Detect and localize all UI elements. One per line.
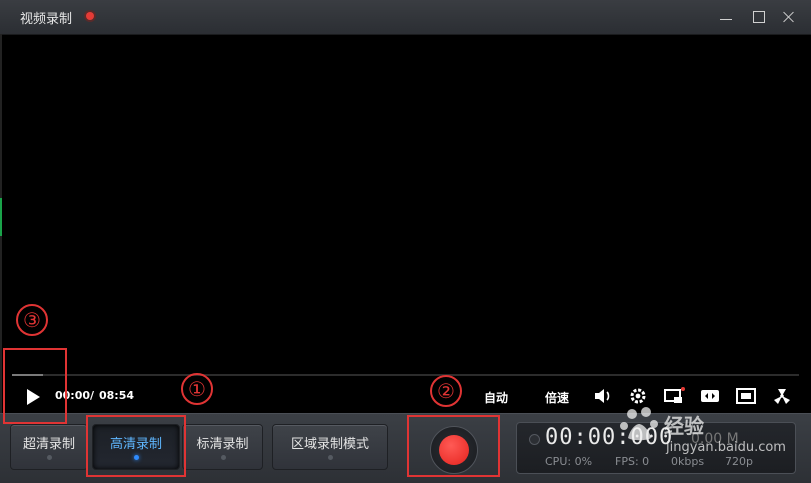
maximize-button[interactable] xyxy=(749,7,769,27)
mode-indicator xyxy=(220,455,226,460)
volume-icon[interactable] xyxy=(592,386,614,406)
video-preview-area[interactable] xyxy=(2,35,811,371)
mode-button-sd[interactable]: 标清录制 xyxy=(182,424,263,470)
annotation-number-2: ② xyxy=(430,375,462,407)
progress-bar[interactable] xyxy=(12,374,799,376)
mode-label: 超清录制 xyxy=(22,437,75,452)
mode-label: 标清录制 xyxy=(196,437,249,452)
annotation-box-record xyxy=(407,415,500,477)
mode-label: 区域录制模式 xyxy=(290,437,369,452)
baidu-paw-logo-icon xyxy=(620,407,658,441)
recording-indicator-icon xyxy=(86,12,94,20)
picture-in-picture-icon[interactable] xyxy=(663,386,685,406)
radiation-icon[interactable] xyxy=(771,386,793,406)
annotation-number-3: ③ xyxy=(16,304,48,336)
total-time: 08:54 xyxy=(99,389,135,402)
cpu-usage: CPU: 0% xyxy=(545,455,593,468)
annotation-box-play xyxy=(3,348,67,424)
annotation-box-mode xyxy=(86,415,186,477)
mode-indicator xyxy=(328,455,333,460)
title-bar[interactable]: 视频录制 xyxy=(0,0,811,35)
auto-quality-button[interactable]: 自动 xyxy=(484,389,508,406)
fullscreen-icon[interactable] xyxy=(735,386,757,406)
window-title: 视频录制 xyxy=(20,12,73,27)
annotation-number-1: ① xyxy=(181,373,213,405)
watermark-title: 经验 xyxy=(664,414,704,438)
video-recorder-window: 视频录制 00:00 / 08:54 自动 倍速 超清录制 高清录制 标清录制 … xyxy=(0,0,811,483)
mode-button-region[interactable]: 区域录制模式 xyxy=(272,424,388,470)
watermark-url: jingyan.baidu.com xyxy=(666,440,786,455)
status-indicator-icon xyxy=(529,434,540,445)
settings-icon[interactable] xyxy=(627,386,649,406)
mode-button-ultra-hd[interactable]: 超清录制 xyxy=(10,424,88,470)
mode-indicator xyxy=(47,455,52,460)
watermark: 经验 jingyan.baidu.com xyxy=(618,404,786,464)
stretch-icon[interactable] xyxy=(699,386,721,406)
close-button[interactable] xyxy=(778,7,798,27)
playback-speed-button[interactable]: 倍速 xyxy=(545,389,569,406)
minimize-button[interactable] xyxy=(716,7,736,27)
time-separator: / xyxy=(90,389,95,402)
